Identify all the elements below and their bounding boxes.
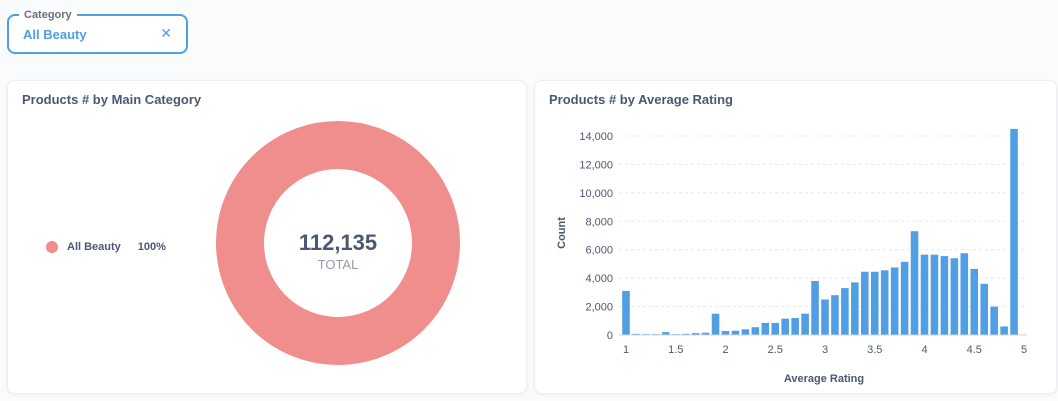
x-tick-label: 1 xyxy=(623,344,629,356)
x-tick-label: 1.5 xyxy=(668,344,683,356)
bar[interactable] xyxy=(930,254,939,335)
bar-chart: 0 2,000 4,000 6,000 8,000 10,000 12,000 14,000 1… xyxy=(556,128,1027,385)
y-tick-label: 6,000 xyxy=(585,245,613,257)
x-tick-label: 3.5 xyxy=(867,344,882,356)
y-axis-title: Count xyxy=(556,217,568,249)
bar[interactable] xyxy=(811,280,819,335)
donut-total-label: TOTAL xyxy=(318,257,359,272)
x-tick-label: 2.5 xyxy=(768,344,783,356)
y-tick-label: 14,000 xyxy=(579,131,613,143)
bar[interactable] xyxy=(890,267,899,335)
filter-label: Category xyxy=(19,8,77,22)
bar[interactable] xyxy=(970,268,979,335)
bar[interactable] xyxy=(761,322,770,335)
bar[interactable] xyxy=(920,254,929,335)
filter-value[interactable]: All Beauty xyxy=(23,27,87,42)
x-axis-title: Average Rating xyxy=(784,373,864,385)
bar[interactable] xyxy=(980,283,988,335)
bar[interactable] xyxy=(791,317,799,335)
bar[interactable] xyxy=(841,288,849,335)
bar[interactable] xyxy=(910,231,919,335)
bar[interactable] xyxy=(1010,128,1018,335)
bar[interactable] xyxy=(821,299,829,335)
donut-card: Products # by Main Category All Beauty 1… xyxy=(7,80,527,394)
bar-card: Products # by Average Rating 0 2,000 4,000… xyxy=(534,80,1057,394)
donut-total: 112,135 xyxy=(299,230,377,255)
x-tick-label: 2 xyxy=(722,344,728,356)
bar[interactable] xyxy=(950,258,959,335)
y-tick-label: 0 xyxy=(607,330,613,342)
y-tick-label: 12,000 xyxy=(579,159,613,171)
y-tick-label: 8,000 xyxy=(585,216,613,228)
y-tick-label: 10,000 xyxy=(579,188,613,200)
bar[interactable] xyxy=(622,290,630,335)
bar[interactable] xyxy=(771,322,780,335)
bar[interactable] xyxy=(861,271,869,335)
donut-chart[interactable]: 112,135 TOTAL xyxy=(8,81,528,395)
bar[interactable] xyxy=(741,329,750,335)
close-icon[interactable]: ✕ xyxy=(160,25,172,42)
bar[interactable] xyxy=(851,282,859,335)
bar[interactable] xyxy=(1000,326,1008,335)
y-tick-label: 2,000 xyxy=(585,302,613,314)
bar[interactable] xyxy=(940,256,949,335)
bar[interactable] xyxy=(900,261,909,335)
x-tick-label: 4 xyxy=(921,344,927,356)
bar[interactable] xyxy=(960,253,969,335)
bar[interactable] xyxy=(870,271,879,335)
bar[interactable] xyxy=(801,313,809,335)
x-tick-label: 4.5 xyxy=(967,344,982,356)
x-tick-label: 5 xyxy=(1021,344,1027,356)
x-tick-label: 3 xyxy=(822,344,828,356)
bar[interactable] xyxy=(990,306,998,335)
bar[interactable] xyxy=(731,330,740,335)
bar[interactable] xyxy=(880,270,889,335)
bar[interactable] xyxy=(721,331,730,335)
bar[interactable] xyxy=(781,318,789,335)
bar[interactable] xyxy=(831,295,839,335)
y-tick-label: 4,000 xyxy=(585,273,613,285)
bar[interactable] xyxy=(711,313,720,335)
category-filter[interactable]: Category All Beauty ✕ xyxy=(7,8,188,54)
bar[interactable] xyxy=(751,327,760,335)
